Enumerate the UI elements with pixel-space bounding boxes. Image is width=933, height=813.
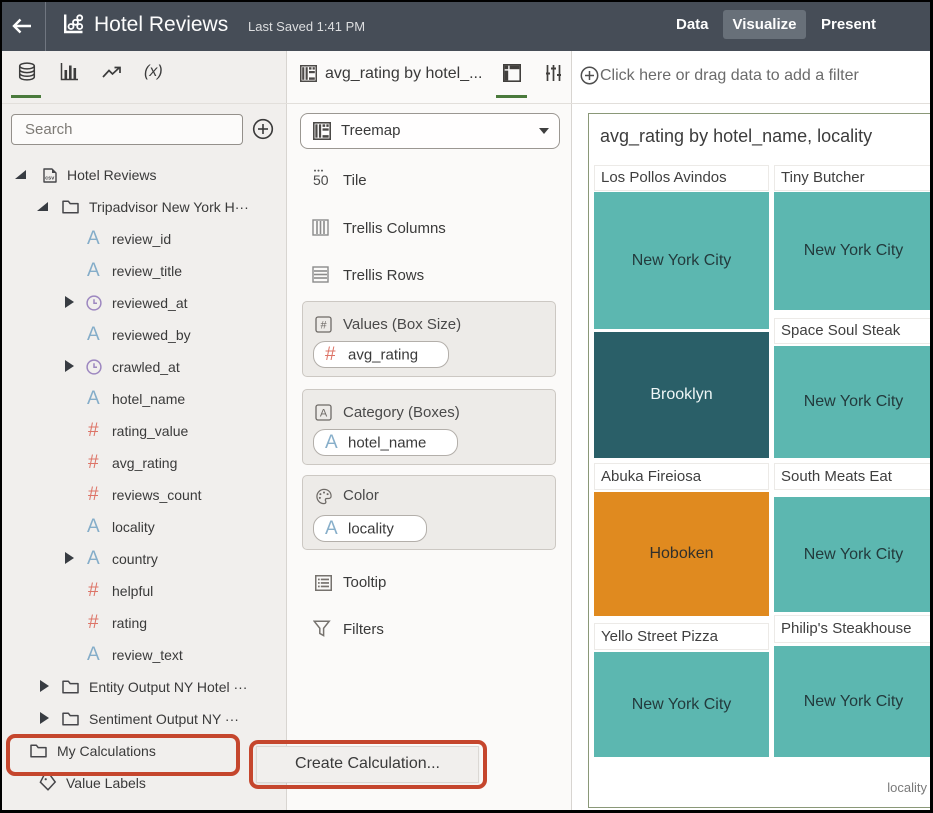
svg-text:csv: csv [45,176,55,182]
svg-text:#: # [320,320,327,332]
svg-text:50: 50 [313,172,329,187]
svg-text:A: A [320,408,328,420]
